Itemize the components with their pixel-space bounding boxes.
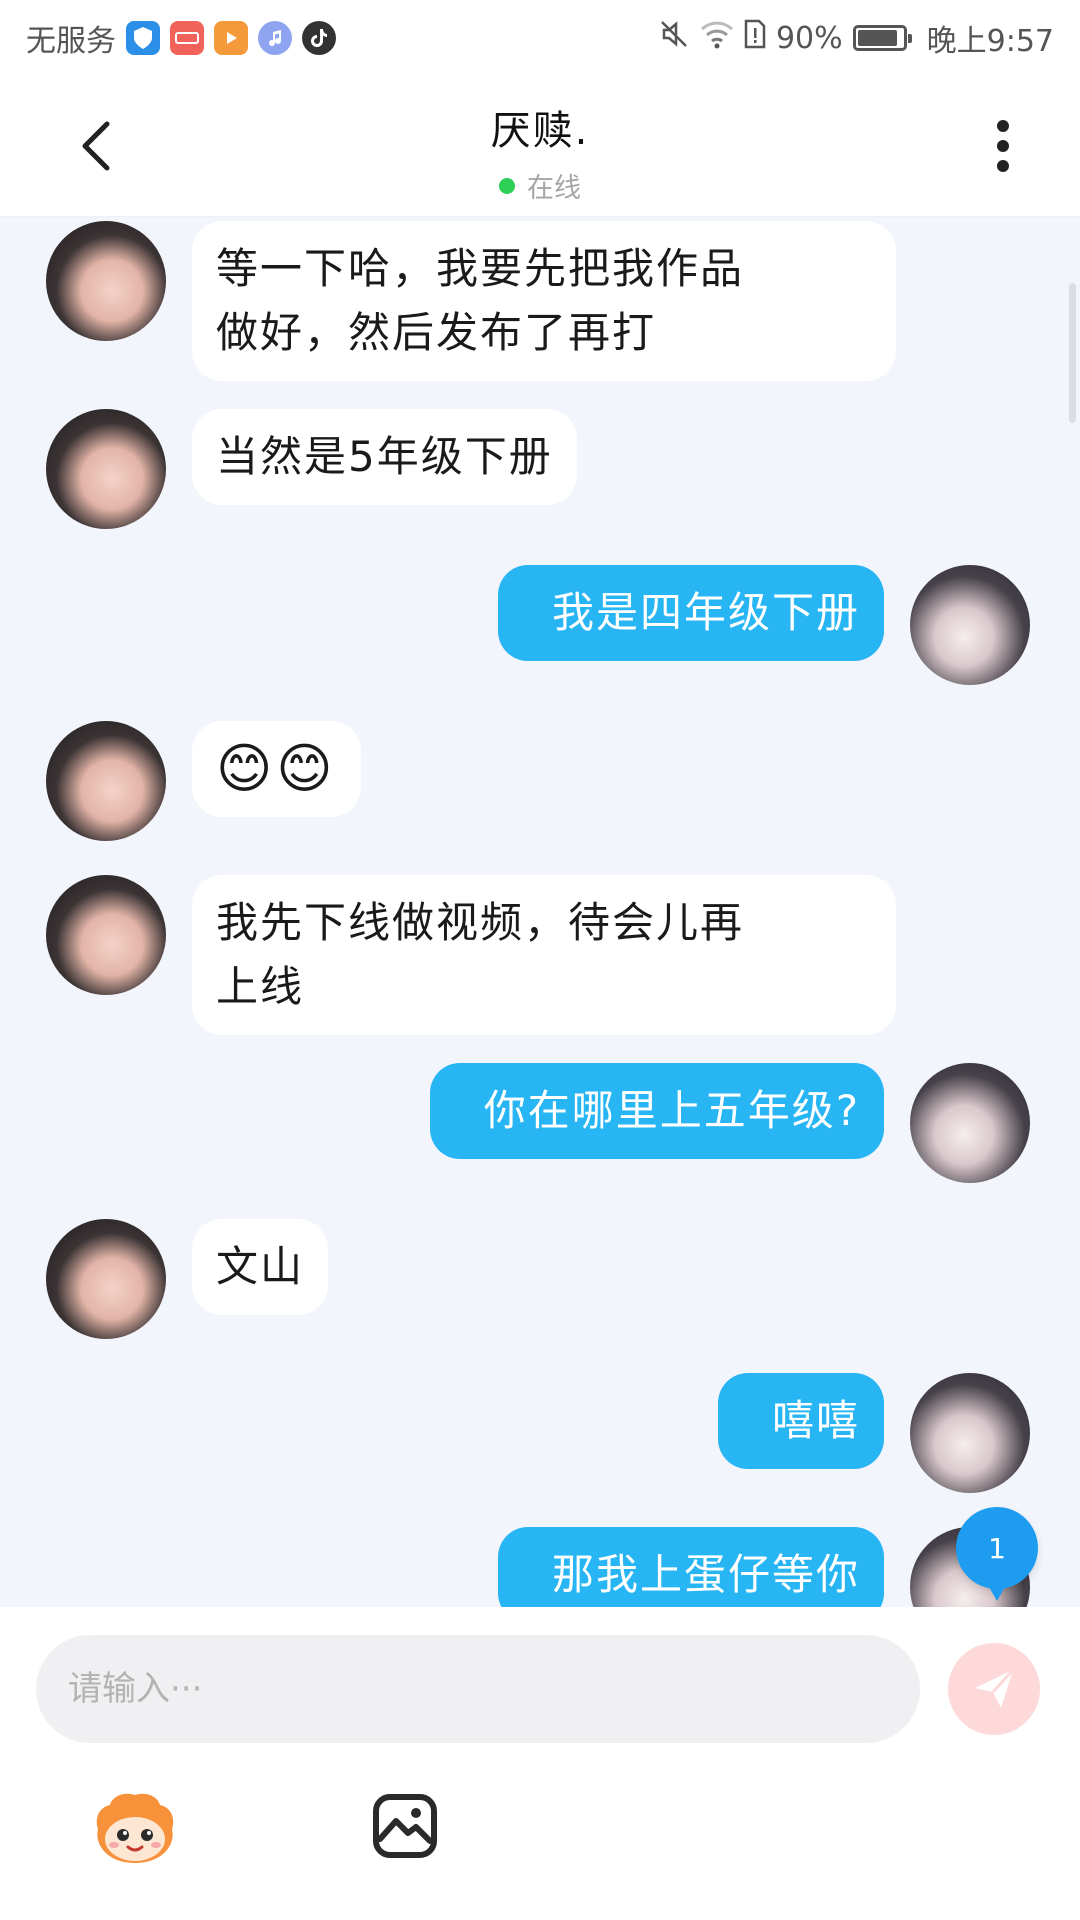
carrier-text: 无服务 [26, 24, 116, 59]
status-left: 无服务 [26, 16, 336, 60]
emoji-message-bubble[interactable]: 😊😊 [192, 721, 361, 817]
status-right: 90% 晚上9:57 [658, 16, 1054, 60]
title-block: 厌赎. 在线 [0, 98, 1080, 205]
shield-app-icon [126, 21, 160, 55]
my-avatar[interactable] [910, 1373, 1030, 1493]
message-row-incoming: 我先下线做视频，待会儿再 上线 [46, 875, 896, 1035]
more-vertical-icon [997, 120, 1009, 172]
contact-avatar[interactable] [46, 875, 166, 995]
message-row-outgoing: 那我上蛋仔等你 [497, 1527, 1030, 1607]
composer [0, 1607, 1080, 1920]
status-bar: 无服务 90% 晚上9:57 [0, 0, 1080, 76]
message-row-outgoing: 我是四年级下册 [497, 565, 1030, 685]
presence-row: 在线 [0, 166, 1080, 205]
battery-fill [857, 30, 898, 46]
message-row-outgoing: 嘻嘻 [717, 1373, 1030, 1493]
huawei-app-icon [170, 21, 204, 55]
contact-avatar[interactable] [46, 221, 166, 341]
message-bubble[interactable]: 文山 [192, 1219, 329, 1315]
contact-avatar[interactable] [46, 1219, 166, 1339]
sim-alert-icon [744, 19, 766, 57]
battery-percent: 90% [775, 20, 843, 56]
presence-text: 在线 [527, 173, 581, 204]
message-row-outgoing: 你在哪里上五年级? [429, 1063, 1030, 1183]
message-list[interactable]: 等一下哈，我要先把我作品 做好，然后发布了再打 当然是5年级下册 我是四年级下册… [0, 217, 1080, 1607]
message-bubble[interactable]: 等一下哈，我要先把我作品 做好，然后发布了再打 [192, 221, 896, 381]
my-avatar[interactable] [910, 1063, 1030, 1183]
message-input[interactable] [66, 1668, 920, 1710]
scrollbar[interactable] [1069, 283, 1076, 423]
music-app-icon [258, 21, 292, 55]
tiktok-app-icon [302, 21, 336, 55]
my-avatar[interactable] [910, 565, 1030, 685]
clock: 晚上9:57 [926, 24, 1054, 59]
message-bubble[interactable]: 嘻嘻 [717, 1373, 884, 1469]
message-bubble[interactable]: 你在哪里上五年级? [429, 1063, 884, 1159]
message-row-incoming: 😊😊 [46, 721, 361, 841]
message-row-incoming: 等一下哈，我要先把我作品 做好，然后发布了再打 [46, 221, 896, 381]
message-bubble[interactable]: 我先下线做视频，待会儿再 上线 [192, 875, 896, 1035]
contact-avatar[interactable] [46, 721, 166, 841]
image-icon[interactable] [372, 1793, 438, 1859]
mascot-icon[interactable] [92, 1789, 178, 1869]
more-options-button[interactable] [978, 114, 1028, 178]
send-icon [975, 1668, 1015, 1708]
message-row-incoming: 文山 [46, 1219, 329, 1339]
chat-header: 厌赎. 在线 [0, 76, 1080, 217]
unread-count-badge[interactable]: 1 [956, 1507, 1038, 1601]
message-bubble[interactable]: 当然是5年级下册 [192, 409, 577, 505]
message-input-box[interactable] [36, 1635, 920, 1743]
contact-avatar[interactable] [46, 409, 166, 529]
send-button[interactable] [948, 1643, 1040, 1735]
message-row-incoming: 当然是5年级下册 [46, 409, 577, 529]
message-bubble[interactable]: 我是四年级下册 [497, 565, 884, 661]
contact-name[interactable]: 厌赎. [0, 98, 1080, 156]
video-app-icon [214, 21, 248, 55]
online-dot-icon [499, 177, 515, 194]
mute-icon [658, 18, 690, 58]
message-bubble[interactable]: 那我上蛋仔等你 [497, 1527, 884, 1607]
wifi-icon [700, 19, 734, 57]
battery-icon [852, 25, 912, 51]
